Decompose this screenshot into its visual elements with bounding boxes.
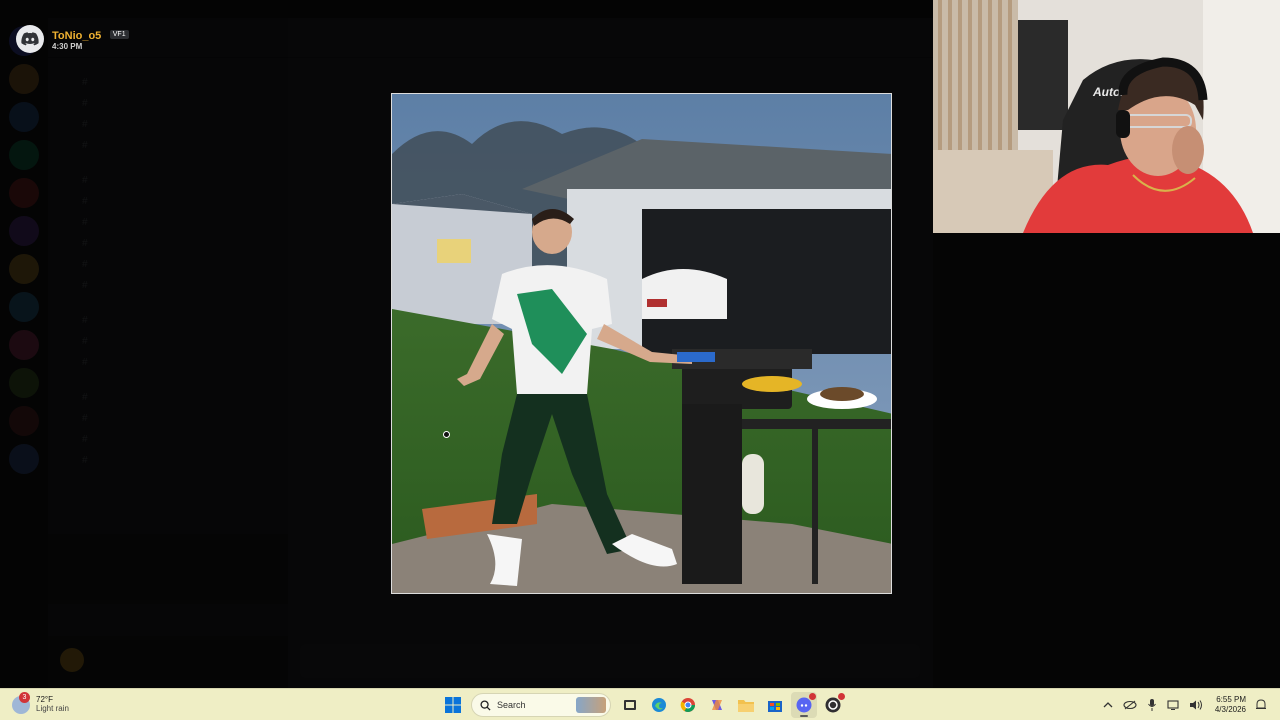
taskbar: 3 72°F Light rain Search 6:55 PM 4/3/202…	[0, 688, 1280, 720]
tray-overflow-icon[interactable]	[1099, 696, 1117, 714]
photo-illustration	[392, 94, 891, 593]
search-placeholder: Search	[497, 700, 526, 710]
taskbar-app-discord[interactable]	[790, 692, 817, 718]
weather-icon: 3	[12, 692, 30, 714]
overlay-badge: VF1	[109, 29, 129, 40]
active-indicator	[799, 715, 808, 717]
start-button[interactable]	[440, 692, 466, 718]
obs-recording-dot	[837, 693, 845, 700]
chrome-icon	[680, 698, 695, 712]
obs-icon	[825, 697, 840, 713]
windows-logo-icon	[444, 697, 461, 713]
overlay-time: 4:30 PM	[52, 42, 83, 52]
lightbox-image[interactable]	[391, 93, 892, 594]
overlay-username: ToNio_o5	[52, 29, 102, 42]
taskbar-app-edge[interactable]	[646, 692, 672, 718]
notifications-bell-icon[interactable]	[1252, 696, 1270, 714]
notification-badge: 3	[19, 692, 30, 703]
screen-area: # # # # # # # # # # # # # # # # #	[0, 0, 1280, 688]
search-highlight-icon	[576, 697, 606, 713]
weather-widget[interactable]: 3 72°F Light rain	[12, 692, 69, 717]
discord-taskbar-icon	[796, 697, 811, 713]
weather-condition: Light rain	[36, 704, 69, 713]
clock-date: 4/3/2026	[1214, 705, 1246, 714]
taskbar-app-chrome[interactable]	[675, 692, 701, 718]
eye-hidden-icon[interactable]	[1121, 696, 1139, 714]
discord-overlay: ToNio_o5 VF1 4:30 PM	[16, 24, 129, 54]
taskbar-app-obs[interactable]	[820, 692, 846, 718]
edge-browser-icon	[651, 698, 666, 712]
webcam-illustration: AutoFu	[933, 0, 1280, 233]
network-icon[interactable]	[1165, 696, 1183, 714]
webcam-feed: AutoFu	[933, 0, 1280, 233]
discord-icon	[16, 25, 44, 53]
folder-icon	[737, 700, 754, 712]
microphone-icon[interactable]	[1143, 696, 1161, 714]
taskbar-apps: Search	[438, 692, 847, 718]
taskbar-app-taskview[interactable]	[617, 692, 643, 718]
discord-badge-dot	[808, 693, 816, 700]
store-icon	[767, 701, 782, 712]
task-view-icon	[623, 700, 636, 710]
mouse-cursor	[443, 431, 450, 438]
taskbar-clock[interactable]: 6:55 PM 4/3/2026	[1215, 695, 1246, 714]
taskbar-search[interactable]: Search	[471, 693, 611, 717]
clock-time: 6:55 PM	[1216, 695, 1246, 705]
volume-icon[interactable]	[1187, 696, 1205, 714]
taskbar-app-copilot[interactable]	[704, 692, 730, 718]
taskbar-app-store[interactable]	[762, 692, 788, 718]
system-tray: 6:55 PM 4/3/2026	[1097, 692, 1272, 718]
copilot-icon	[711, 700, 722, 710]
search-icon	[480, 699, 491, 711]
taskbar-app-explorer[interactable]	[733, 692, 759, 718]
